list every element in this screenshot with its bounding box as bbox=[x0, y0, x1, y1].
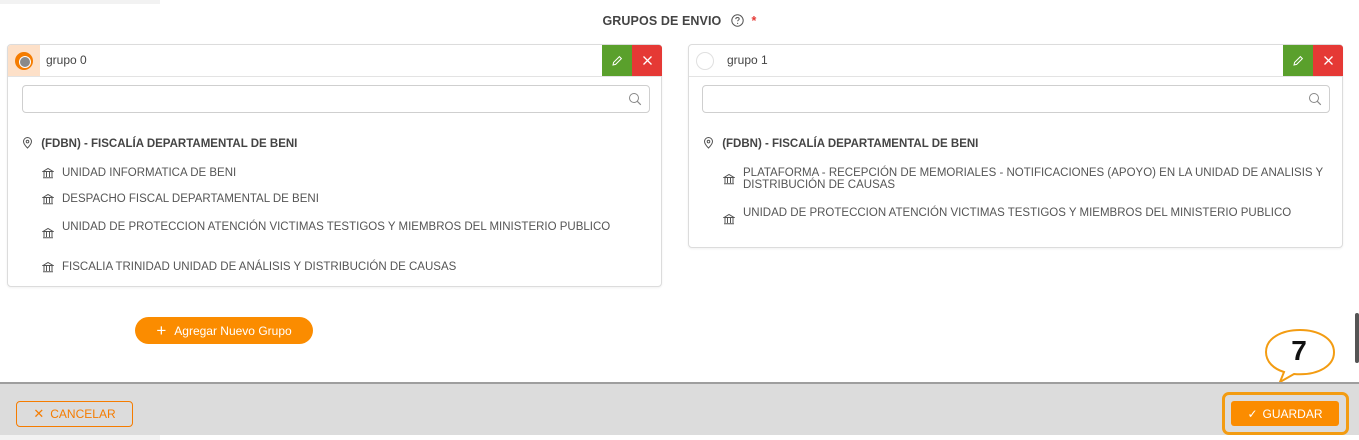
search-input[interactable] bbox=[23, 86, 649, 112]
close-icon bbox=[1323, 56, 1333, 65]
group-search-field[interactable] bbox=[702, 85, 1330, 113]
bank-icon bbox=[42, 193, 54, 205]
scrollbar-thumb[interactable] bbox=[1355, 313, 1359, 363]
radio-unselected-icon bbox=[696, 51, 714, 70]
pencil-icon bbox=[1293, 55, 1304, 66]
unit-item: UNIDAD DE PROTECCION ATENCIÓN VICTIMAS T… bbox=[42, 221, 645, 239]
bank-icon bbox=[723, 213, 735, 225]
below-footer-strip bbox=[0, 435, 160, 440]
unit-name: DESPACHO FISCAL DEPARTAMENTAL DE BENI bbox=[62, 193, 319, 205]
group-card-0: grupo 0 (FDBN) - FISCALÍA DEPARTAMENTAL … bbox=[7, 44, 662, 287]
add-group-label: Agregar Nuevo Grupo bbox=[174, 323, 292, 338]
section-title-text: GRUPOS DE ENVIO bbox=[602, 14, 722, 28]
save-button[interactable]: ✓ GUARDAR bbox=[1231, 401, 1339, 426]
unit-item: DESPACHO FISCAL DEPARTAMENTAL DE BENI bbox=[42, 193, 645, 205]
pencil-icon bbox=[612, 55, 623, 66]
group-name: grupo 1 bbox=[727, 53, 768, 67]
region-name: (FDBN) - FISCALÍA DEPARTAMENTAL DE BENI bbox=[41, 138, 298, 150]
unit-name: FISCALIA TRINIDAD UNIDAD DE ANÁLISIS Y D… bbox=[62, 261, 457, 273]
radio-selected-icon bbox=[15, 51, 33, 70]
unit-name: PLATAFORMA - RECEPCIÓN DE MEMORIALES - N… bbox=[743, 167, 1324, 191]
footer-bar: ✕ CANCELAR ✓ GUARDAR bbox=[0, 382, 1359, 435]
group-header: grupo 0 bbox=[8, 45, 662, 77]
top-strip bbox=[0, 0, 160, 4]
unit-item: FISCALIA TRINIDAD UNIDAD DE ANÁLISIS Y D… bbox=[42, 261, 645, 273]
group-header: grupo 1 bbox=[689, 45, 1343, 77]
delete-group-button[interactable] bbox=[1313, 45, 1343, 76]
unit-item: UNIDAD INFORMATICA DE BENI bbox=[42, 167, 645, 179]
group-select-radio[interactable] bbox=[8, 45, 40, 76]
plus-icon: + bbox=[156, 321, 167, 340]
group-select-radio[interactable] bbox=[689, 45, 721, 76]
bank-icon bbox=[42, 261, 54, 273]
unit-name: UNIDAD DE PROTECCION ATENCIÓN VICTIMAS T… bbox=[743, 207, 1292, 219]
edit-group-button[interactable] bbox=[1283, 45, 1313, 76]
unit-name: UNIDAD INFORMATICA DE BENI bbox=[62, 167, 237, 179]
required-asterisk: * bbox=[751, 14, 757, 28]
close-icon bbox=[642, 56, 652, 65]
check-icon: ✓ bbox=[1247, 406, 1258, 421]
delete-group-button[interactable] bbox=[632, 45, 662, 76]
edit-group-button[interactable] bbox=[602, 45, 632, 76]
unit-name: UNIDAD DE PROTECCION ATENCIÓN VICTIMAS T… bbox=[62, 221, 611, 233]
bank-icon bbox=[723, 173, 735, 185]
cancel-label: CANCELAR bbox=[50, 407, 116, 421]
search-input[interactable] bbox=[703, 86, 1329, 112]
help-circle-icon[interactable] bbox=[731, 14, 744, 30]
group-search-field[interactable] bbox=[22, 85, 650, 113]
group-card-1: grupo 1 (FDBN) - FISCALÍA DEPARTAMENTAL … bbox=[688, 44, 1343, 248]
cancel-button[interactable]: ✕ CANCELAR bbox=[16, 401, 133, 427]
map-pin-icon bbox=[22, 137, 33, 149]
add-group-button[interactable]: + Agregar Nuevo Grupo bbox=[135, 317, 313, 344]
section-title: GRUPOS DE ENVIO * bbox=[0, 14, 1359, 30]
region-header: (FDBN) - FISCALÍA DEPARTAMENTAL DE BENI bbox=[22, 137, 651, 151]
save-label: GUARDAR bbox=[1262, 406, 1323, 421]
region-header: (FDBN) - FISCALÍA DEPARTAMENTAL DE BENI bbox=[703, 137, 1332, 151]
search-icon bbox=[629, 93, 642, 106]
x-icon: ✕ bbox=[33, 406, 45, 421]
map-pin-icon bbox=[703, 137, 714, 149]
bank-icon bbox=[42, 227, 54, 239]
search-icon bbox=[1309, 93, 1322, 106]
region-name: (FDBN) - FISCALÍA DEPARTAMENTAL DE BENI bbox=[722, 138, 979, 150]
bank-icon bbox=[42, 167, 54, 179]
step-number: 7 bbox=[1291, 335, 1307, 366]
unit-item: UNIDAD DE PROTECCION ATENCIÓN VICTIMAS T… bbox=[723, 207, 1326, 225]
unit-item: PLATAFORMA - RECEPCIÓN DE MEMORIALES - N… bbox=[723, 167, 1326, 191]
group-name: grupo 0 bbox=[46, 53, 87, 67]
